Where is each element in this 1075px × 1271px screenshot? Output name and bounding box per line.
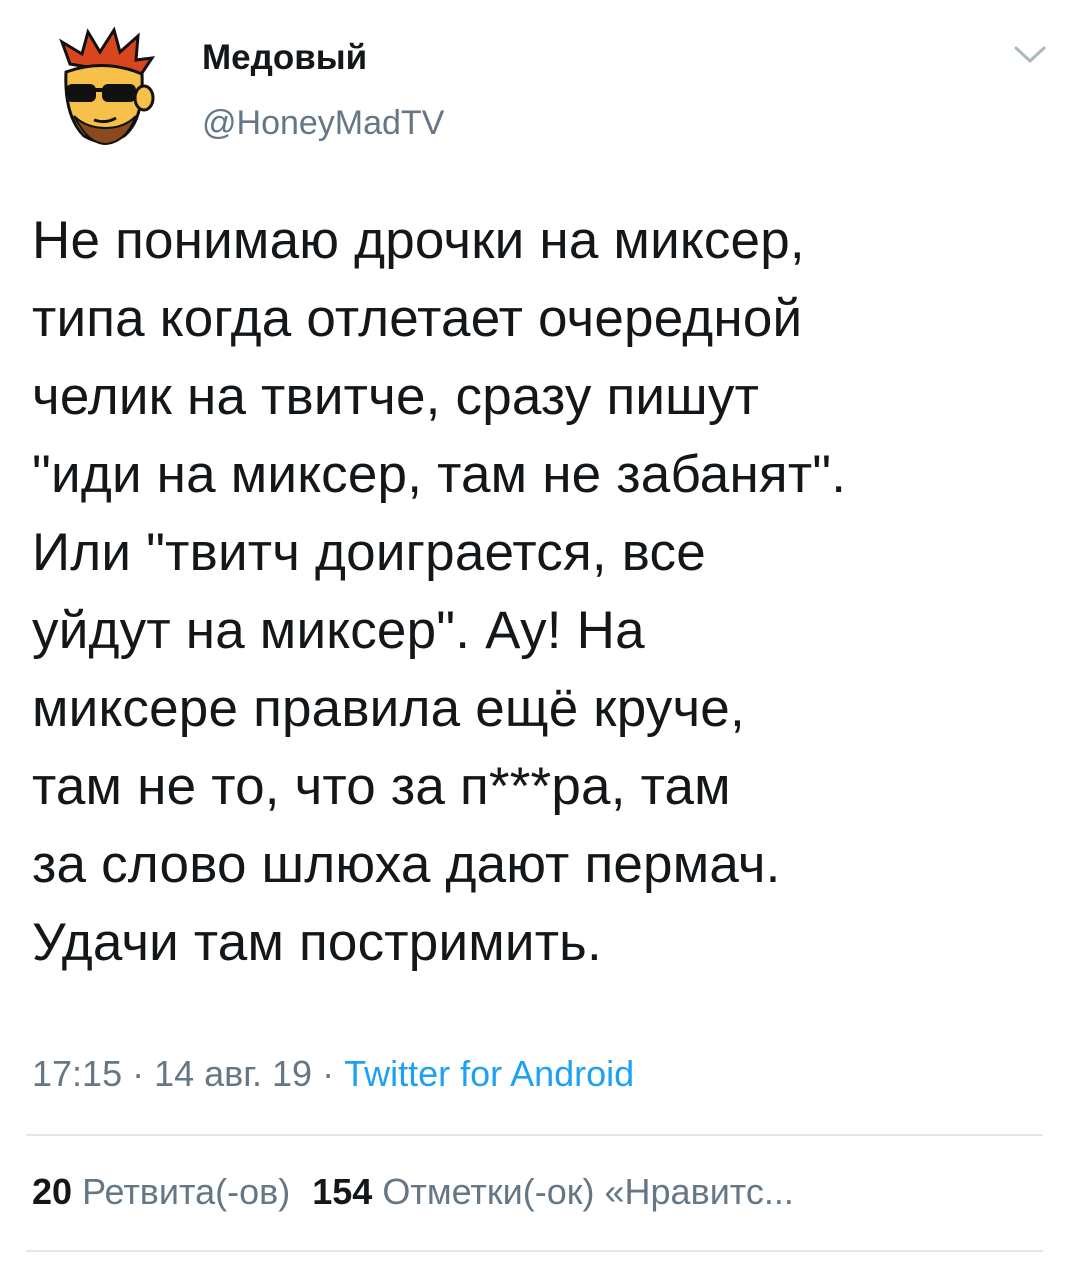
retweets-label: Ретвита(-ов) <box>82 1171 291 1212</box>
chevron-down-icon[interactable] <box>1013 43 1047 67</box>
tweet-stats: 20 Ретвита(-ов) 154 Отметки(-ок) «Нравитс… <box>32 1168 1042 1216</box>
avatar[interactable] <box>40 24 168 152</box>
tweet-text: Не понимаю дрочки на миксер, типа когда … <box>32 211 847 972</box>
divider <box>26 1134 1043 1136</box>
meta-separator: · <box>122 1053 155 1094</box>
retweets-count: 20 <box>32 1171 73 1212</box>
tweet-time: 17:15 <box>32 1053 123 1094</box>
likes-stat[interactable]: 154 Отметки(-ок) «Нравитс... <box>312 1171 794 1212</box>
retweets-stat[interactable]: 20 Ретвита(-ов) <box>32 1171 290 1212</box>
tweet-meta: 17:15 · 14 авг. 19 · Twitter for Android <box>32 1050 634 1098</box>
author-handle[interactable]: @HoneyMadTV <box>202 102 444 144</box>
meta-separator: · <box>312 1053 345 1094</box>
likes-label: Отметки(-ок) «Нравитс... <box>382 1171 794 1212</box>
likes-count: 154 <box>312 1171 373 1212</box>
author-display-name[interactable]: Медовый <box>202 36 367 80</box>
tweet-date: 14 авг. 19 <box>154 1053 313 1094</box>
divider <box>26 1250 1043 1252</box>
tweet-source-link[interactable]: Twitter for Android <box>344 1053 634 1094</box>
avatar-icon <box>59 26 156 146</box>
